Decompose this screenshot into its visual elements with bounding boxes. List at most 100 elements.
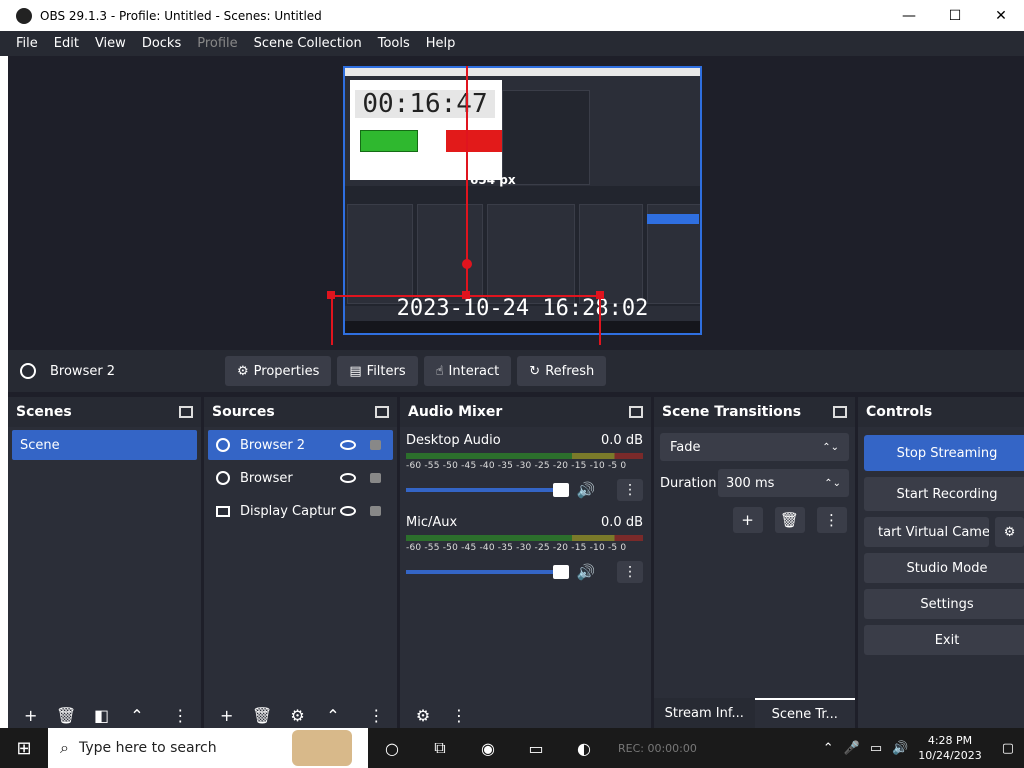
source-more-button[interactable]: ⋮ — [362, 706, 391, 725]
add-scene-button[interactable]: + — [16, 706, 45, 725]
track-menu-button[interactable]: ⋮ — [617, 479, 643, 501]
volume-meter — [406, 453, 643, 459]
menu-profile[interactable]: Profile — [189, 36, 245, 51]
source-item[interactable]: Browser 2 — [208, 430, 393, 460]
file-explorer-icon[interactable]: ▭ — [512, 728, 560, 768]
minimize-button[interactable]: — — [886, 0, 932, 31]
interact-label: Interact — [448, 363, 500, 379]
scene-item[interactable]: Scene — [12, 430, 197, 460]
audio-more-button[interactable]: ⋮ — [444, 706, 474, 725]
undock-icon[interactable] — [375, 406, 389, 418]
spin-arrows-icon[interactable]: ⌃⌄ — [824, 478, 841, 489]
globe-icon — [216, 438, 230, 452]
slider-handle[interactable] — [552, 483, 569, 497]
stop-streaming-button[interactable]: Stop Streaming — [864, 435, 1024, 471]
undock-icon[interactable] — [833, 406, 847, 418]
monitor-icon — [216, 505, 230, 517]
volume-slider[interactable] — [406, 565, 569, 579]
menu-help[interactable]: Help — [418, 36, 464, 51]
resize-handle-tr[interactable] — [596, 291, 604, 299]
tab-stream-info[interactable]: Stream Inf... — [654, 698, 755, 728]
menu-tools[interactable]: Tools — [370, 36, 418, 51]
source-item[interactable]: Display Captur — [208, 496, 393, 526]
task-view-icon[interactable]: ⧉ — [416, 728, 464, 768]
transition-more-button[interactable]: ⋮ — [816, 507, 847, 533]
remove-scene-button[interactable]: 🗑 — [51, 706, 80, 725]
filters-label: Filters — [366, 363, 406, 379]
track-menu-button[interactable]: ⋮ — [617, 561, 643, 583]
source-properties-button[interactable]: ⚙ — [283, 706, 312, 725]
remove-transition-button[interactable]: 🗑 — [774, 507, 805, 533]
speaker-icon[interactable]: 🔊 — [577, 481, 596, 499]
move-source-up-button[interactable]: ⌃ — [318, 706, 347, 725]
notification-icon[interactable]: ▢ — [1002, 741, 1014, 756]
audio-track-mic: Mic/Aux 0.0 dB -60 -55 -50 -45 -40 -35 -3… — [400, 509, 651, 583]
transition-select[interactable]: Fade ⌃⌄ — [660, 433, 849, 461]
taskbar-clock[interactable]: 4:28 PM 10/24/2023 — [918, 733, 981, 763]
exit-button[interactable]: Exit — [864, 625, 1024, 655]
maximize-button[interactable]: ☐ — [932, 0, 978, 31]
scene-transitions-dock: Scene Transitions Fade ⌃⌄ Duration 300 m… — [654, 397, 855, 728]
refresh-icon: ↻ — [529, 363, 541, 379]
nested-preview — [502, 90, 590, 185]
filters-button[interactable]: ▤ Filters — [337, 356, 418, 386]
start-recording-button[interactable]: Start Recording — [864, 477, 1024, 511]
refresh-button[interactable]: ↻ Refresh — [517, 356, 607, 386]
speaker-icon[interactable]: 🔊 — [577, 563, 596, 581]
obs-taskbar-icon[interactable]: ◐ — [560, 728, 608, 768]
virtual-camera-settings-button[interactable]: ⚙ — [995, 517, 1024, 547]
rotation-handle[interactable] — [462, 259, 472, 269]
resize-handle-tl[interactable] — [327, 291, 335, 299]
scene-filters-button[interactable]: ◧ — [87, 706, 116, 725]
undock-icon[interactable] — [629, 406, 643, 418]
undock-icon[interactable] — [179, 406, 193, 418]
add-transition-button[interactable]: + — [732, 507, 763, 533]
sources-header: Sources — [204, 397, 397, 427]
windows-start-icon[interactable]: ⊞ — [0, 728, 48, 768]
sources-title: Sources — [212, 404, 275, 420]
resize-handle-top[interactable] — [462, 291, 470, 299]
menu-view[interactable]: View — [87, 36, 134, 51]
lock-icon[interactable] — [370, 473, 381, 483]
chevron-updown-icon: ⌃⌄ — [822, 441, 839, 453]
menu-edit[interactable]: Edit — [46, 36, 87, 51]
menu-scene-collection[interactable]: Scene Collection — [246, 36, 370, 51]
properties-button[interactable]: ⚙ Properties — [225, 356, 332, 386]
visibility-icon[interactable] — [340, 440, 356, 450]
move-scene-up-button[interactable]: ⌃ — [122, 706, 151, 725]
controls-title: Controls — [866, 404, 933, 420]
interact-button[interactable]: ☝ Interact — [423, 356, 512, 386]
close-button[interactable]: ✕ — [978, 0, 1024, 31]
network-icon[interactable]: ▭ — [870, 741, 882, 756]
add-source-button[interactable]: + — [212, 706, 241, 725]
tab-scene-transitions[interactable]: Scene Tr... — [754, 698, 855, 728]
advanced-audio-button[interactable]: ⚙ — [408, 706, 438, 725]
visibility-icon[interactable] — [340, 473, 356, 483]
chevron-up-icon[interactable]: ⌃ — [823, 741, 834, 756]
search-highlight-image — [292, 730, 352, 766]
captured-panel-sources — [417, 204, 483, 304]
scene-more-button[interactable]: ⋮ — [166, 706, 195, 725]
volume-icon[interactable]: 🔊 — [892, 741, 908, 756]
search-placeholder: Type here to search — [78, 740, 217, 756]
menu-file[interactable]: File — [8, 36, 46, 51]
settings-button[interactable]: Settings — [864, 589, 1024, 619]
remove-source-button[interactable]: 🗑 — [247, 706, 276, 725]
studio-mode-button[interactable]: Studio Mode — [864, 553, 1024, 583]
lock-icon[interactable] — [370, 506, 381, 516]
menu-docks[interactable]: Docks — [134, 36, 189, 51]
search-icon: ⌕ — [60, 738, 69, 757]
cortana-icon[interactable]: ○ — [368, 728, 416, 768]
virtual-camera-button[interactable]: tart Virtual Camer — [864, 517, 990, 547]
chrome-icon[interactable]: ◉ — [464, 728, 512, 768]
visibility-icon[interactable] — [340, 506, 356, 516]
slider-handle[interactable] — [552, 565, 569, 579]
properties-label: Properties — [253, 363, 320, 379]
duration-spinbox[interactable]: 300 ms ⌃⌄ — [718, 469, 849, 497]
microphone-icon[interactable]: 🎤 — [844, 741, 860, 756]
lock-icon[interactable] — [370, 440, 381, 450]
taskbar-search[interactable]: ⌕ Type here to search — [48, 728, 368, 768]
volume-slider[interactable] — [406, 483, 569, 497]
captured-panel-audio — [487, 204, 575, 304]
source-item[interactable]: Browser — [208, 463, 393, 493]
